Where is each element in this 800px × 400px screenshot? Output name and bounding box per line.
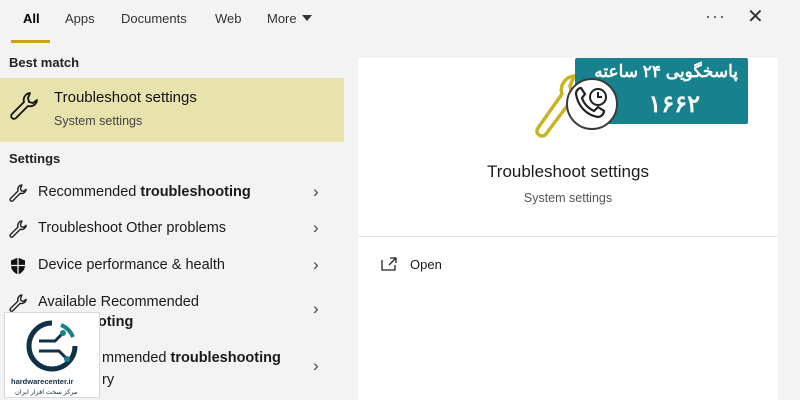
tab-documents[interactable]: Documents — [121, 11, 187, 26]
support-banner-number: ۱۶۶۲ — [648, 91, 700, 118]
tab-all[interactable]: All — [23, 11, 40, 26]
wrench-icon — [9, 294, 27, 312]
site-logo: hardwarecenter.ir مرکز سخت افزار ایران — [4, 312, 100, 398]
best-match-subtitle: System settings — [54, 114, 143, 128]
best-match-heading: Best match — [9, 55, 80, 70]
wrench-icon — [9, 220, 27, 238]
list-item-label: mmended troubleshooting — [102, 350, 281, 366]
chevron-right-icon: › — [313, 218, 319, 237]
best-match-item[interactable]: Troubleshoot settings System settings — [0, 78, 344, 142]
tab-apps[interactable]: Apps — [65, 11, 95, 26]
logo-tagline: مرکز سخت افزار ایران — [15, 389, 78, 396]
wrench-icon — [10, 92, 38, 120]
tab-more-label: More — [267, 11, 297, 26]
chevron-right-icon: › — [313, 182, 319, 201]
close-button[interactable]: ✕ — [747, 4, 764, 29]
open-window-icon — [381, 257, 397, 271]
list-item-device-performance[interactable]: Device performance & health › — [0, 249, 346, 283]
list-item-label-text: mmended — [102, 350, 171, 366]
shield-icon — [11, 257, 25, 275]
list-item-label-line2: ry — [102, 372, 115, 388]
open-label: Open — [410, 257, 442, 272]
phone-clock-icon — [566, 78, 618, 130]
phone-icon — [574, 86, 607, 119]
list-item-label-text: Recommended — [38, 184, 141, 200]
chevron-right-icon: › — [313, 356, 319, 375]
search-tab-bar: All Apps Documents Web More ··· ✕ — [0, 0, 800, 44]
detail-title: Troubleshoot settings — [487, 162, 649, 181]
list-item-label: Recommended troubleshooting — [38, 184, 251, 200]
best-match-title: Troubleshoot settings — [54, 89, 197, 106]
chevron-right-icon: › — [313, 299, 319, 318]
circuit-logo-icon — [26, 320, 78, 372]
logo-name: hardwarecenter.ir — [11, 377, 74, 386]
tab-more[interactable]: More — [267, 11, 312, 26]
list-item-label: Device performance & health — [38, 257, 225, 273]
list-item-label-bold: troubleshooting — [140, 184, 251, 200]
list-item-label-bold: troubleshooting — [170, 350, 281, 366]
list-item-label: Troubleshoot Other problems — [38, 220, 227, 236]
detail-subtitle: System settings — [523, 191, 613, 205]
open-action[interactable]: Open — [378, 254, 578, 278]
chevron-down-icon — [301, 15, 312, 21]
tab-web[interactable]: Web — [215, 11, 242, 26]
active-tab-indicator — [11, 40, 50, 43]
list-item-recommended-troubleshooting[interactable]: Recommended troubleshooting › — [0, 176, 346, 210]
support-banner-text: پاسخگویی ۲۴ ساعته — [594, 62, 738, 81]
settings-heading: Settings — [9, 151, 61, 166]
divider — [358, 236, 778, 237]
chevron-right-icon: › — [313, 255, 319, 274]
list-item-label: Available Recommended — [38, 294, 199, 310]
list-item-troubleshoot-other[interactable]: Troubleshoot Other problems › — [0, 212, 346, 246]
more-options-button[interactable]: ··· — [705, 6, 726, 27]
wrench-icon — [9, 184, 27, 202]
